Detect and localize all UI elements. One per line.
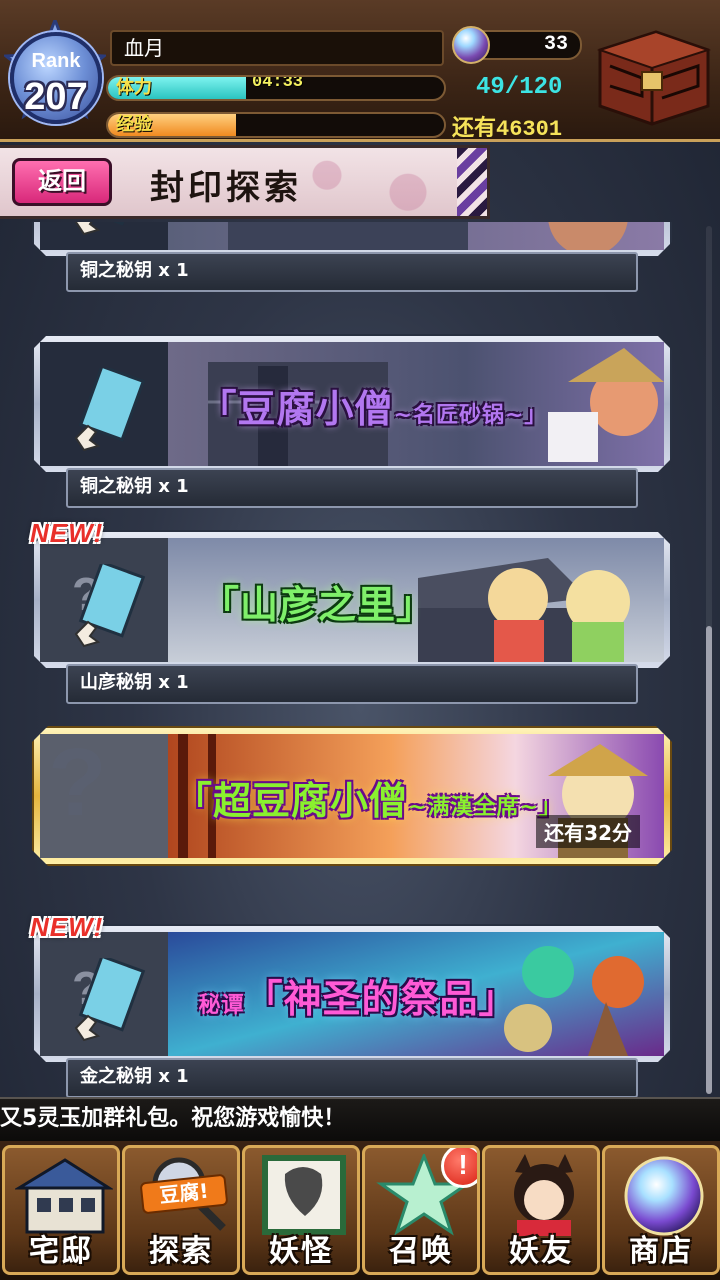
- rank-value: 207: [24, 76, 88, 118]
- card-inner: ? 「山彦之里」: [40, 538, 664, 662]
- gem-count: 33: [543, 33, 568, 56]
- nav-summon-button[interactable]: ! 召唤: [362, 1145, 480, 1275]
- scrollbar-thumb[interactable]: [706, 626, 712, 1094]
- remaining-label: 还有: [452, 116, 497, 141]
- spirit-orb-icon: [452, 26, 490, 64]
- stage-title-main: 「超豆腐小僧: [174, 778, 409, 823]
- nav-shop-label: 商店: [629, 1234, 693, 1269]
- key-requirement: 铜之秘钥 x 1: [66, 252, 638, 292]
- exp-bar: 经验: [106, 112, 446, 138]
- screen: Rank 207 血月 体力 04:33 经验 33 49/120 还有4630…: [0, 0, 720, 1280]
- card-inner: 「豆腐小僧~名匠砂锅~」: [40, 342, 664, 466]
- player-name[interactable]: 血月: [110, 30, 444, 66]
- stage-title: 「超豆腐小僧~满漢全席~」: [168, 770, 568, 825]
- seal-key-icon: [74, 222, 146, 236]
- nav-home-button[interactable]: 宅邸: [2, 1145, 120, 1275]
- mansion-icon: [15, 1158, 113, 1234]
- seal-key-icon: ?: [72, 564, 146, 648]
- crystal-orb-icon: [624, 1156, 704, 1236]
- friend-avatar-icon: [514, 1154, 574, 1236]
- gem-counter[interactable]: 33: [452, 26, 582, 64]
- remaining-exp: 还有46301: [452, 110, 562, 142]
- list-item[interactable]: ? 「超豆腐小僧~满漢全席~」 还有32分: [32, 726, 672, 910]
- nav-summon-label: 召唤: [389, 1234, 453, 1269]
- new-badge: NEW!: [30, 912, 104, 942]
- card-inner: ? 秘谭「神圣的祭品」: [40, 932, 664, 1056]
- stamina-bar: 体力 04:33: [106, 75, 446, 101]
- new-badge: NEW!: [30, 518, 104, 548]
- locked-slot: ?: [40, 734, 168, 858]
- stage-title: 秘谭「神圣的祭品」: [168, 968, 548, 1023]
- key-requirement: 山彦秘钥 x 1: [66, 664, 638, 704]
- time-remaining: 还有32分: [536, 815, 640, 848]
- seal-key-icon: ?: [72, 958, 146, 1042]
- key-requirement: 铜之秘钥 x 1: [66, 468, 638, 508]
- status-header: Rank 207 血月 体力 04:33 经验 33 49/120 还有4630…: [0, 0, 720, 142]
- card-inner: [40, 222, 664, 250]
- back-button[interactable]: 返回: [12, 158, 112, 206]
- scroll-icon: [262, 1155, 346, 1235]
- stage-title-main: 「豆腐小僧: [198, 386, 394, 431]
- list-item[interactable]: ? 「山彦之里」 山彦秘钥 x 1: [32, 530, 672, 714]
- stage-title-sub: ~名匠砂锅~」: [393, 402, 548, 428]
- notification-alert-icon: !: [441, 1148, 477, 1188]
- stage-title-main: 「神圣的祭品」: [244, 976, 518, 1021]
- nav-shop-button[interactable]: 商店: [602, 1145, 720, 1275]
- nav-explore-label: 探索: [149, 1234, 213, 1269]
- stamina-timer: 04:33: [252, 75, 304, 92]
- nav-friends-button[interactable]: 妖友: [482, 1145, 600, 1275]
- stage-title: 「豆腐小僧~名匠砂锅~」: [178, 378, 568, 433]
- list-item[interactable]: 「豆腐小僧~名匠砂锅~」 铜之秘钥 x 1: [32, 334, 672, 518]
- exp-label: 经验: [116, 114, 152, 135]
- stage-art: [168, 222, 664, 250]
- stage-title-prefix: 秘谭: [198, 992, 245, 1018]
- rank-label: Rank: [31, 50, 81, 72]
- announcement-ticker: 又5灵玉加群礼包。祝您游戏愉快！: [0, 1097, 720, 1141]
- seal-exploration-list[interactable]: 铜之秘钥 x 1 「豆腐小僧~名匠砂锅~」 铜之秘钥 x 1 ? 「山彦之里」 …: [0, 222, 700, 1097]
- stage-title: 「山彦之里」: [200, 582, 435, 627]
- rank-emblem[interactable]: Rank 207: [4, 20, 106, 130]
- list-item[interactable]: 铜之秘钥 x 1: [32, 222, 672, 302]
- nav-friends-label: 妖友: [509, 1234, 573, 1269]
- stamina-label: 体力: [116, 77, 152, 98]
- stripe-decoration: [457, 148, 487, 216]
- remaining-value: 46301: [496, 117, 563, 142]
- nav-youkai-button[interactable]: 妖怪: [242, 1145, 360, 1275]
- seal-key-icon: [74, 368, 146, 452]
- page-title: 封印探索: [150, 168, 302, 208]
- nav-explore-button[interactable]: 豆腐! 探索: [122, 1145, 240, 1275]
- bottom-nav: 宅邸 豆腐! 探索 妖怪 ! 召唤 妖友 商店: [0, 1141, 720, 1280]
- stamina-value: 49/120: [476, 74, 563, 101]
- question-mark-icon: ?: [48, 734, 107, 836]
- nav-home-label: 宅邸: [29, 1234, 93, 1269]
- treasure-chest-icon[interactable]: [586, 26, 712, 126]
- card-inner: ? 「超豆腐小僧~满漢全席~」 还有32分: [40, 734, 664, 858]
- key-requirement: 金之秘钥 x 1: [66, 1058, 638, 1097]
- list-item[interactable]: ? 秘谭「神圣的祭品」 金之秘钥 x 1: [32, 924, 672, 1097]
- nav-youkai-label: 妖怪: [269, 1234, 333, 1269]
- page-titlebar: 返回 封印探索: [0, 145, 490, 219]
